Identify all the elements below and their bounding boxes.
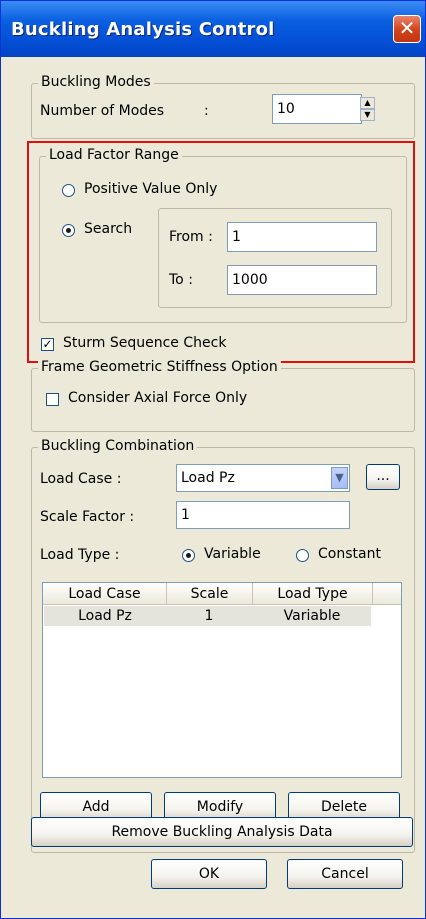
chevron-down-icon[interactable]: ▼ <box>331 467 348 489</box>
load-case-value: Load Pz <box>181 470 235 486</box>
consider-axial-force-checkbox[interactable] <box>46 393 59 406</box>
number-of-modes-input[interactable]: 10 <box>272 94 362 124</box>
ok-button[interactable]: OK <box>151 859 267 889</box>
table-row[interactable]: Load Pz 1 Variable <box>44 606 371 626</box>
number-of-modes-colon: : <box>204 103 209 119</box>
column-header-load-type[interactable]: Load Type <box>253 583 373 605</box>
cancel-button[interactable]: Cancel <box>287 859 403 889</box>
table-cell-load-type: Variable <box>283 608 341 624</box>
window-title: Buckling Analysis Control <box>11 19 275 40</box>
highlight-box <box>27 141 415 363</box>
load-case-browse-button[interactable]: ... <box>366 464 400 490</box>
load-type-label: Load Type : <box>40 547 120 563</box>
number-of-modes-label: Number of Modes <box>40 103 165 119</box>
load-case-label: Load Case : <box>40 471 122 487</box>
close-icon[interactable]: ✕ <box>393 15 421 43</box>
column-header-scale[interactable]: Scale <box>167 583 253 605</box>
frame-geometric-stiffness-legend: Frame Geometric Stiffness Option <box>38 359 281 375</box>
spin-up-icon[interactable]: ▲ <box>360 97 375 109</box>
consider-axial-force-label: Consider Axial Force Only <box>68 390 248 406</box>
load-case-select[interactable]: Load Pz <box>176 464 350 492</box>
buckling-combination-legend: Buckling Combination <box>38 438 198 454</box>
frame-geometric-stiffness-group: Frame Geometric Stiffness Option Conside… <box>31 359 415 432</box>
dialog-window: Buckling Analysis Control ✕ Buckling Mod… <box>0 0 426 919</box>
load-type-constant-radio[interactable] <box>296 549 309 562</box>
table-cell-load-case: Load Pz <box>78 608 132 624</box>
combination-table[interactable]: Load Case Scale Load Type Load Pz 1 Vari… <box>42 582 402 778</box>
column-header-spacer <box>373 583 401 605</box>
dialog-body: Buckling Modes Number of Modes : 10 ▲ ▼ … <box>5 57 421 915</box>
table-cell-scale: 1 <box>204 608 214 624</box>
buckling-modes-group: Buckling Modes Number of Modes : 10 ▲ ▼ <box>31 74 415 139</box>
load-type-variable-label: Variable <box>204 546 261 562</box>
load-type-constant-label: Constant <box>318 546 381 562</box>
buckling-modes-legend: Buckling Modes <box>38 74 154 90</box>
load-type-variable-radio[interactable] <box>182 549 195 562</box>
buckling-combination-group: Buckling Combination Load Case : Load Pz… <box>31 438 415 853</box>
column-header-load-case[interactable]: Load Case <box>43 583 167 605</box>
number-of-modes-spinner[interactable]: ▲ ▼ <box>360 97 375 121</box>
title-bar[interactable]: Buckling Analysis Control ✕ <box>1 1 425 57</box>
spin-down-icon[interactable]: ▼ <box>360 109 375 121</box>
scale-factor-label: Scale Factor : <box>40 509 135 525</box>
scale-factor-input[interactable]: 1 <box>176 501 350 529</box>
remove-buckling-data-button[interactable]: Remove Buckling Analysis Data <box>31 817 413 847</box>
